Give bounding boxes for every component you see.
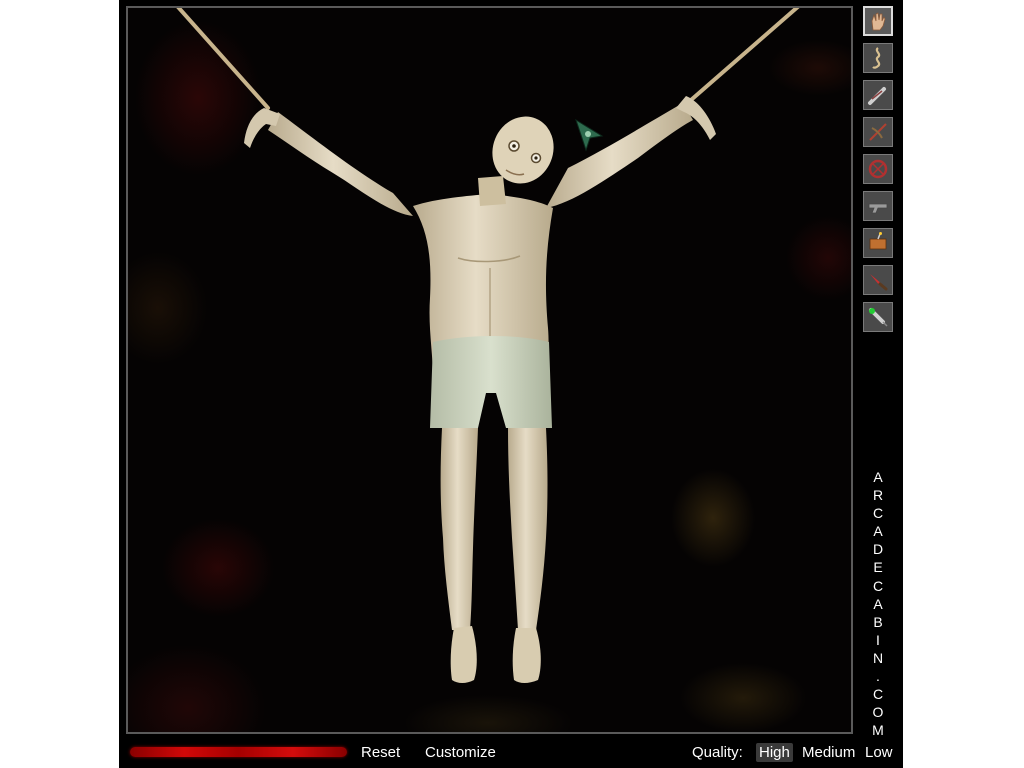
brand-text: ARCADECABIN.COM <box>859 468 897 739</box>
quality-medium-option[interactable]: Medium <box>802 744 855 761</box>
quality-label: Quality: <box>692 744 743 761</box>
explosive-icon <box>869 232 887 250</box>
neck <box>478 176 506 206</box>
bat-tool-button[interactable] <box>863 80 893 110</box>
left-leg <box>440 428 478 630</box>
brand-letter: I <box>876 631 880 648</box>
knife-icon <box>870 274 888 291</box>
brand-letter: N <box>872 649 884 666</box>
weapon-toolbar <box>860 4 896 334</box>
knife-tool-button[interactable] <box>863 265 893 295</box>
right-rope <box>689 8 800 102</box>
brand-letter: E <box>873 559 883 576</box>
left-foot <box>450 626 477 683</box>
gun-tool-button[interactable] <box>863 191 893 221</box>
cursor-icon <box>575 118 604 152</box>
brand-letter: C <box>872 686 884 703</box>
wheel-icon <box>868 159 888 179</box>
game-frame: ARCADECABIN.COM Reset Customize Quality:… <box>119 0 903 768</box>
brand-letter: M <box>872 722 884 739</box>
health-bar <box>130 747 347 757</box>
reset-button[interactable]: Reset <box>361 744 400 761</box>
ragdoll-scene <box>176 8 800 683</box>
brand-letter: O <box>872 704 884 721</box>
crossbow-tool-button[interactable] <box>863 117 893 147</box>
explosive-tool-button[interactable] <box>863 228 893 258</box>
hand-icon <box>871 12 886 31</box>
shorts <box>430 336 552 428</box>
brand-letter: R <box>872 487 884 504</box>
brand-letter: A <box>873 469 883 485</box>
right-leg <box>508 428 548 630</box>
left-arm <box>268 112 413 216</box>
brand-letter: A <box>873 523 883 540</box>
bat-icon <box>868 87 886 105</box>
gun-icon <box>868 203 888 214</box>
syringe-tool-button[interactable] <box>863 302 893 332</box>
quality-low-option[interactable]: Low <box>865 744 893 761</box>
brand-letter: B <box>873 613 883 630</box>
brand-letter: A <box>873 595 883 612</box>
syringe-icon <box>869 308 888 327</box>
brand-letter: D <box>872 541 884 558</box>
rope-icon <box>872 47 881 69</box>
right-foot <box>512 628 541 683</box>
crossbow-icon <box>869 123 887 141</box>
rope-tool-button[interactable] <box>863 43 893 73</box>
brand-letter: . <box>876 668 880 685</box>
hand-tool-button[interactable] <box>863 6 893 36</box>
game-stage[interactable] <box>126 6 853 734</box>
wheel-tool-button[interactable] <box>863 154 893 184</box>
left-rope <box>176 8 270 110</box>
brand-letter: C <box>872 577 884 594</box>
customize-button[interactable]: Customize <box>425 744 496 761</box>
quality-high-option[interactable]: High <box>756 743 793 762</box>
right-arm <box>546 103 693 208</box>
bottom-bar: Reset Customize Quality: High Medium Low <box>119 738 903 768</box>
brand-letter: C <box>872 505 884 522</box>
